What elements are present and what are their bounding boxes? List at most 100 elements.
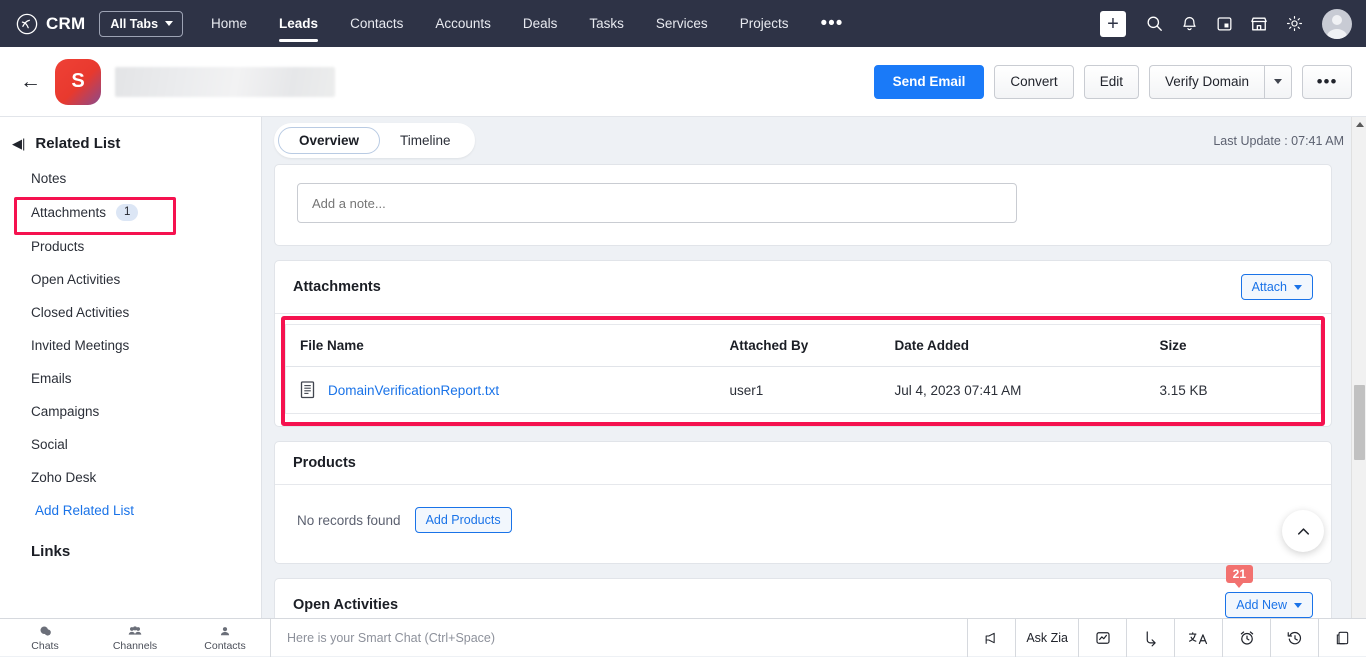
collapse-panel-icon[interactable]: ◀| [12, 137, 25, 150]
column-header-date-added[interactable]: Date Added [881, 325, 1146, 367]
nav-item-contacts[interactable]: Contacts [334, 0, 419, 47]
attachments-count-badge: 1 [116, 204, 138, 221]
sidebar-item-emails[interactable]: Emails [0, 362, 261, 395]
table-row[interactable]: DomainVerificationReport.txt user1 Jul 4… [286, 367, 1321, 414]
back-arrow-icon[interactable]: ← [20, 71, 41, 92]
column-header-size[interactable]: Size [1146, 325, 1321, 367]
content-scroll-area[interactable]: Attachments Attach File Name Attached By [262, 164, 1366, 656]
settings-gear-icon[interactable] [1279, 9, 1309, 39]
sidebar-item-products[interactable]: Products [0, 230, 261, 263]
user-avatar[interactable] [1322, 9, 1352, 39]
chevron-up-icon [1294, 522, 1313, 541]
chevron-down-icon [165, 21, 173, 26]
column-header-file-name[interactable]: File Name [286, 325, 716, 367]
related-list-title: Related List [35, 135, 120, 152]
announcement-icon [982, 630, 1001, 646]
bottom-chats-label: Chats [31, 640, 58, 652]
record-name-redacted [115, 67, 335, 97]
top-navigation-bar: CRM All Tabs Home Leads Contacts Account… [0, 0, 1366, 47]
add-products-button[interactable]: Add Products [415, 507, 512, 533]
attach-button[interactable]: Attach [1241, 274, 1313, 300]
send-email-button[interactable]: Send Email [874, 65, 985, 99]
bottom-contacts-button[interactable]: Contacts [180, 624, 270, 652]
sidebar-item-social[interactable]: Social [0, 428, 261, 461]
top-nav-actions: + [1100, 9, 1352, 39]
ask-zia-label: Ask Zia [1026, 631, 1068, 645]
contacts-icon [218, 624, 232, 639]
alarm-button[interactable] [1222, 619, 1270, 657]
tab-overview[interactable]: Overview [278, 127, 380, 154]
open-activities-count-badge: 21 [1226, 565, 1253, 583]
attachments-title: Attachments [293, 279, 381, 295]
all-tabs-label: All Tabs [110, 17, 158, 31]
add-new-activity-button[interactable]: Add New [1225, 592, 1313, 618]
sidebar-item-open-activities[interactable]: Open Activities [0, 263, 261, 296]
edit-button[interactable]: Edit [1084, 65, 1139, 99]
sidebar-item-label: Campaigns [31, 404, 99, 419]
notifications-icon[interactable] [1174, 9, 1204, 39]
record-header: ← S Send Email Convert Edit Verify Domai… [0, 47, 1366, 117]
bottom-channels-button[interactable]: Channels [90, 624, 180, 652]
column-header-attached-by[interactable]: Attached By [716, 325, 881, 367]
attachment-file-link[interactable]: DomainVerificationReport.txt [328, 383, 499, 398]
nav-item-deals[interactable]: Deals [507, 0, 574, 47]
ask-zia-button[interactable]: Ask Zia [1015, 619, 1078, 657]
history-button[interactable] [1270, 619, 1318, 657]
open-activities-title: Open Activities [293, 597, 398, 613]
add-icon[interactable]: + [1100, 11, 1126, 37]
scrollbar-thumb[interactable] [1354, 385, 1365, 460]
nav-item-tasks[interactable]: Tasks [573, 0, 640, 47]
sidebar-item-attachments[interactable]: Attachments 1 [0, 195, 261, 230]
sidebar-item-label: Notes [31, 171, 66, 186]
nav-item-leads[interactable]: Leads [263, 0, 334, 47]
verify-domain-dropdown-button[interactable] [1264, 65, 1292, 99]
convert-button[interactable]: Convert [994, 65, 1073, 99]
smart-chat-input[interactable]: Here is your Smart Chat (Ctrl+Space) [271, 631, 495, 645]
scroll-to-top-button[interactable] [1282, 510, 1324, 552]
sidebar-item-zoho-desk[interactable]: Zoho Desk [0, 461, 261, 494]
nav-item-services[interactable]: Services [640, 0, 724, 47]
nav-item-projects[interactable]: Projects [724, 0, 805, 47]
announcement-button[interactable] [967, 619, 1015, 657]
cell-date-added: Jul 4, 2023 07:41 AM [881, 367, 1146, 414]
verify-domain-button[interactable]: Verify Domain [1149, 65, 1264, 99]
add-related-list-link[interactable]: Add Related List [0, 494, 261, 527]
bottom-chats-button[interactable]: Chats [0, 624, 90, 652]
calendar-icon[interactable] [1209, 9, 1239, 39]
sidebar-item-invited-meetings[interactable]: Invited Meetings [0, 329, 261, 362]
sidebar-item-label: Emails [31, 371, 72, 386]
attachments-card: Attachments Attach File Name Attached By [274, 260, 1332, 427]
analytics-button[interactable] [1078, 619, 1126, 657]
search-icon[interactable] [1139, 9, 1169, 39]
brand[interactable]: CRM [16, 13, 85, 35]
record-more-button[interactable]: ••• [1302, 65, 1352, 99]
brand-name: CRM [46, 14, 85, 34]
sidebar-item-campaigns[interactable]: Campaigns [0, 395, 261, 428]
nav-item-accounts[interactable]: Accounts [419, 0, 507, 47]
sidebar-item-label: Open Activities [31, 272, 120, 287]
scrollbar-up-arrow[interactable] [1352, 117, 1366, 132]
crm-logo-icon [16, 13, 38, 35]
verify-domain-split-button: Verify Domain [1149, 65, 1292, 99]
chevron-down-icon [1274, 79, 1282, 84]
add-products-label: Add Products [426, 513, 501, 527]
text-file-icon [300, 381, 316, 399]
marketplace-icon[interactable] [1244, 9, 1274, 39]
history-icon [1286, 629, 1304, 647]
add-note-input[interactable] [297, 183, 1017, 223]
nav-item-home[interactable]: Home [195, 0, 263, 47]
all-tabs-dropdown[interactable]: All Tabs [99, 11, 183, 37]
sidebar-item-closed-activities[interactable]: Closed Activities [0, 296, 261, 329]
products-card-body: No records found Add Products [275, 485, 1331, 563]
notes-button[interactable] [1318, 619, 1366, 657]
share-icon [1142, 629, 1160, 647]
sidebar-item-label: Social [31, 437, 68, 452]
tab-timeline[interactable]: Timeline [380, 128, 471, 153]
sidebar-item-notes[interactable]: Notes [0, 162, 261, 195]
vertical-scrollbar[interactable] [1351, 117, 1366, 656]
translate-button[interactable] [1174, 619, 1222, 657]
main-toolbar: Overview Timeline Last Update : 07:41 AM [262, 117, 1366, 164]
products-title: Products [293, 455, 356, 471]
nav-more-icon[interactable]: ••• [804, 14, 859, 33]
share-button[interactable] [1126, 619, 1174, 657]
